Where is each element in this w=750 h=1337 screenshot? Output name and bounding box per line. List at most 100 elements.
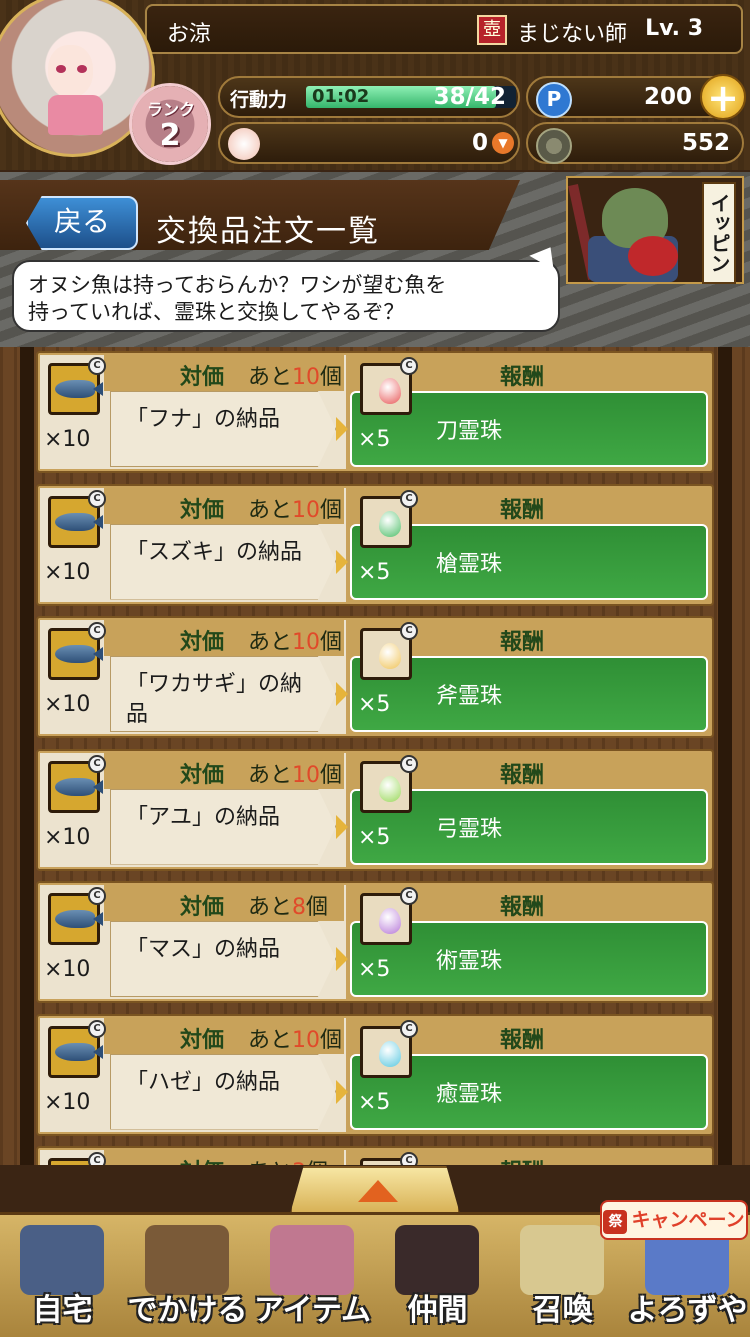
orb-dropdown-icon[interactable]: ▼	[492, 132, 514, 154]
reward-label: 報酬	[500, 496, 545, 523]
remain-suffix: 個	[320, 497, 343, 523]
reward-panel: 報酬 C ×5 槍霊珠	[348, 487, 710, 602]
avatar-robe	[48, 95, 103, 135]
order-row[interactable]: 対価 あと8個 C ×10 「マス」の納品 報酬 C ×5 術霊珠	[36, 881, 714, 1003]
coin-icon	[536, 128, 572, 164]
reward-label: 報酬	[500, 1026, 545, 1053]
c-mark-icon: C	[400, 1019, 418, 1038]
reward-quantity: ×5	[358, 1089, 391, 1115]
item-name: 「ハゼ」の納品	[126, 1069, 281, 1095]
orb-shape	[379, 378, 401, 404]
points-panel: P 200 +	[526, 74, 746, 120]
remain-prefix: あと	[248, 762, 293, 788]
job-icon: 壺	[477, 15, 507, 45]
c-mark-icon: C	[88, 887, 106, 905]
festival-mark-icon: 祭	[603, 1210, 628, 1234]
page-title: 交換品注文一覧	[156, 214, 380, 249]
item-name: 「スズキ」の納品	[126, 539, 303, 565]
c-mark-icon: C	[88, 357, 106, 375]
item-name: 「ワカサギ」の納品	[126, 672, 303, 727]
cost-label: 対価	[180, 1026, 225, 1053]
cost-label: 対価	[180, 496, 225, 523]
cost-quantity: ×10	[44, 427, 91, 452]
c-mark-icon: C	[88, 1019, 106, 1038]
remain-prefix: あと	[248, 365, 293, 390]
speech-line-1: オヌシ魚は持っておらんか？ワシが望む魚を	[28, 273, 447, 297]
remaining-count: あと10個	[248, 624, 342, 656]
reward-name: 術霊珠	[436, 949, 503, 974]
player-name-bar: お涼 壺 まじない師 Lv. 3	[145, 4, 743, 54]
remaining-count: あと3個	[248, 1154, 328, 1165]
avatar-eye-left	[56, 65, 66, 73]
c-mark-icon: C	[88, 754, 106, 773]
chevron-right-icon	[336, 549, 348, 574]
nav-label: 召喚	[532, 1293, 593, 1328]
c-mark-icon: C	[400, 754, 418, 773]
cost-panel: 対価 あと10個 C ×10 「スズキ」の納品	[40, 487, 348, 602]
coin-panel: 552	[526, 122, 744, 164]
p-coin-icon: P	[536, 82, 572, 118]
arrow-up-icon	[358, 1180, 398, 1202]
order-row[interactable]: 対価 あと10個 C ×10 「ワカサギ」の納品 報酬 C ×5 斧霊珠	[36, 616, 714, 738]
reward-panel: 報酬 C ×5 斧霊珠	[348, 620, 710, 734]
stamina-value: 38/42	[433, 84, 506, 110]
item-name: 「アユ」の納品	[126, 804, 281, 830]
cost-panel: 対価 あと10個 C ×10 「ハゼ」の納品	[40, 1017, 348, 1132]
orb-shape	[379, 775, 401, 802]
player-job: まじない師	[517, 22, 628, 47]
player-name: お涼	[167, 22, 212, 47]
nav-item[interactable]: でかける	[125, 1215, 250, 1337]
remaining-count: あと10個	[248, 1022, 342, 1054]
order-row[interactable]: 対価 あと10個 C ×10 「ハゼ」の納品 報酬 C ×5 癒霊珠	[36, 1013, 714, 1136]
chevron-right-icon	[336, 682, 348, 706]
reward-panel: 報酬 C ×5 弓霊珠	[348, 752, 710, 867]
cost-quantity: ×10	[44, 824, 91, 850]
reward-label: 報酬	[500, 1154, 544, 1165]
add-points-button[interactable]: +	[700, 74, 746, 120]
cost-panel: 対価 あと10個 C ×10 「フナ」の納品	[40, 355, 348, 469]
back-button[interactable]: 戻る	[26, 196, 138, 250]
nav-item[interactable]: 仲間	[375, 1215, 500, 1337]
remain-suffix: 個	[320, 365, 343, 390]
chevron-right-icon	[336, 814, 348, 839]
reward-label: 報酬	[500, 894, 545, 920]
nav-item[interactable]: 自宅	[0, 1215, 125, 1337]
reward-quantity: ×5	[358, 957, 391, 982]
order-row[interactable]: 対価 あと10個 C ×10 「フナ」の納品 報酬 C ×5 刀霊珠	[36, 351, 714, 473]
npc-portrait: イッピン	[566, 176, 744, 284]
remain-prefix: あと	[248, 895, 293, 920]
order-row[interactable]: 対価 あと10個 C ×10 「スズキ」の納品 報酬 C ×5 槍霊珠	[36, 483, 714, 606]
orb-shape	[379, 908, 401, 934]
nav-item[interactable]: アイテム	[250, 1215, 375, 1337]
remain-number: 8	[292, 895, 307, 920]
cost-quantity: ×10	[44, 1089, 91, 1115]
points-value: 200	[643, 84, 692, 110]
chevron-right-icon	[336, 947, 348, 971]
remain-prefix: あと	[248, 1027, 293, 1053]
remaining-count: あと10個	[248, 757, 342, 789]
expand-menu-button[interactable]	[290, 1166, 460, 1214]
speech-line-2: 持っていれば、霊珠と交換してやるぞ？	[28, 300, 405, 324]
reward-name: 癒霊珠	[436, 1081, 503, 1107]
fish-shape	[55, 380, 103, 398]
fish-shape	[55, 910, 103, 928]
order-row[interactable]: 対価 あと10個 C ×10 「アユ」の納品 報酬 C ×5 弓霊珠	[36, 748, 714, 871]
reward-label: 報酬	[500, 761, 545, 788]
fish-shape	[55, 645, 103, 663]
remain-prefix: あと	[248, 497, 293, 523]
reward-panel: 報酬 C	[348, 1150, 710, 1165]
cost-quantity: ×10	[44, 692, 91, 717]
orb-value: 0	[471, 130, 488, 156]
campaign-banner[interactable]: 祭キャンペーン	[600, 1200, 748, 1240]
remain-suffix: 個	[320, 1027, 343, 1053]
c-mark-icon: C	[400, 1152, 418, 1165]
nav-label: アイテム	[254, 1293, 371, 1328]
c-mark-icon: C	[88, 622, 106, 640]
order-list[interactable]: 対価 あと10個 C ×10 「フナ」の納品 報酬 C ×5 刀霊珠 対価 あと…	[0, 347, 750, 1165]
c-mark-icon: C	[400, 887, 418, 905]
item-name: 「マス」の納品	[126, 937, 281, 962]
order-row[interactable]: 対価 あと3個 C 報酬 C	[36, 1146, 714, 1165]
npc-name: イッピン	[702, 182, 736, 284]
reward-name: 刀霊珠	[436, 419, 503, 444]
avatar-eye-right	[77, 65, 87, 73]
